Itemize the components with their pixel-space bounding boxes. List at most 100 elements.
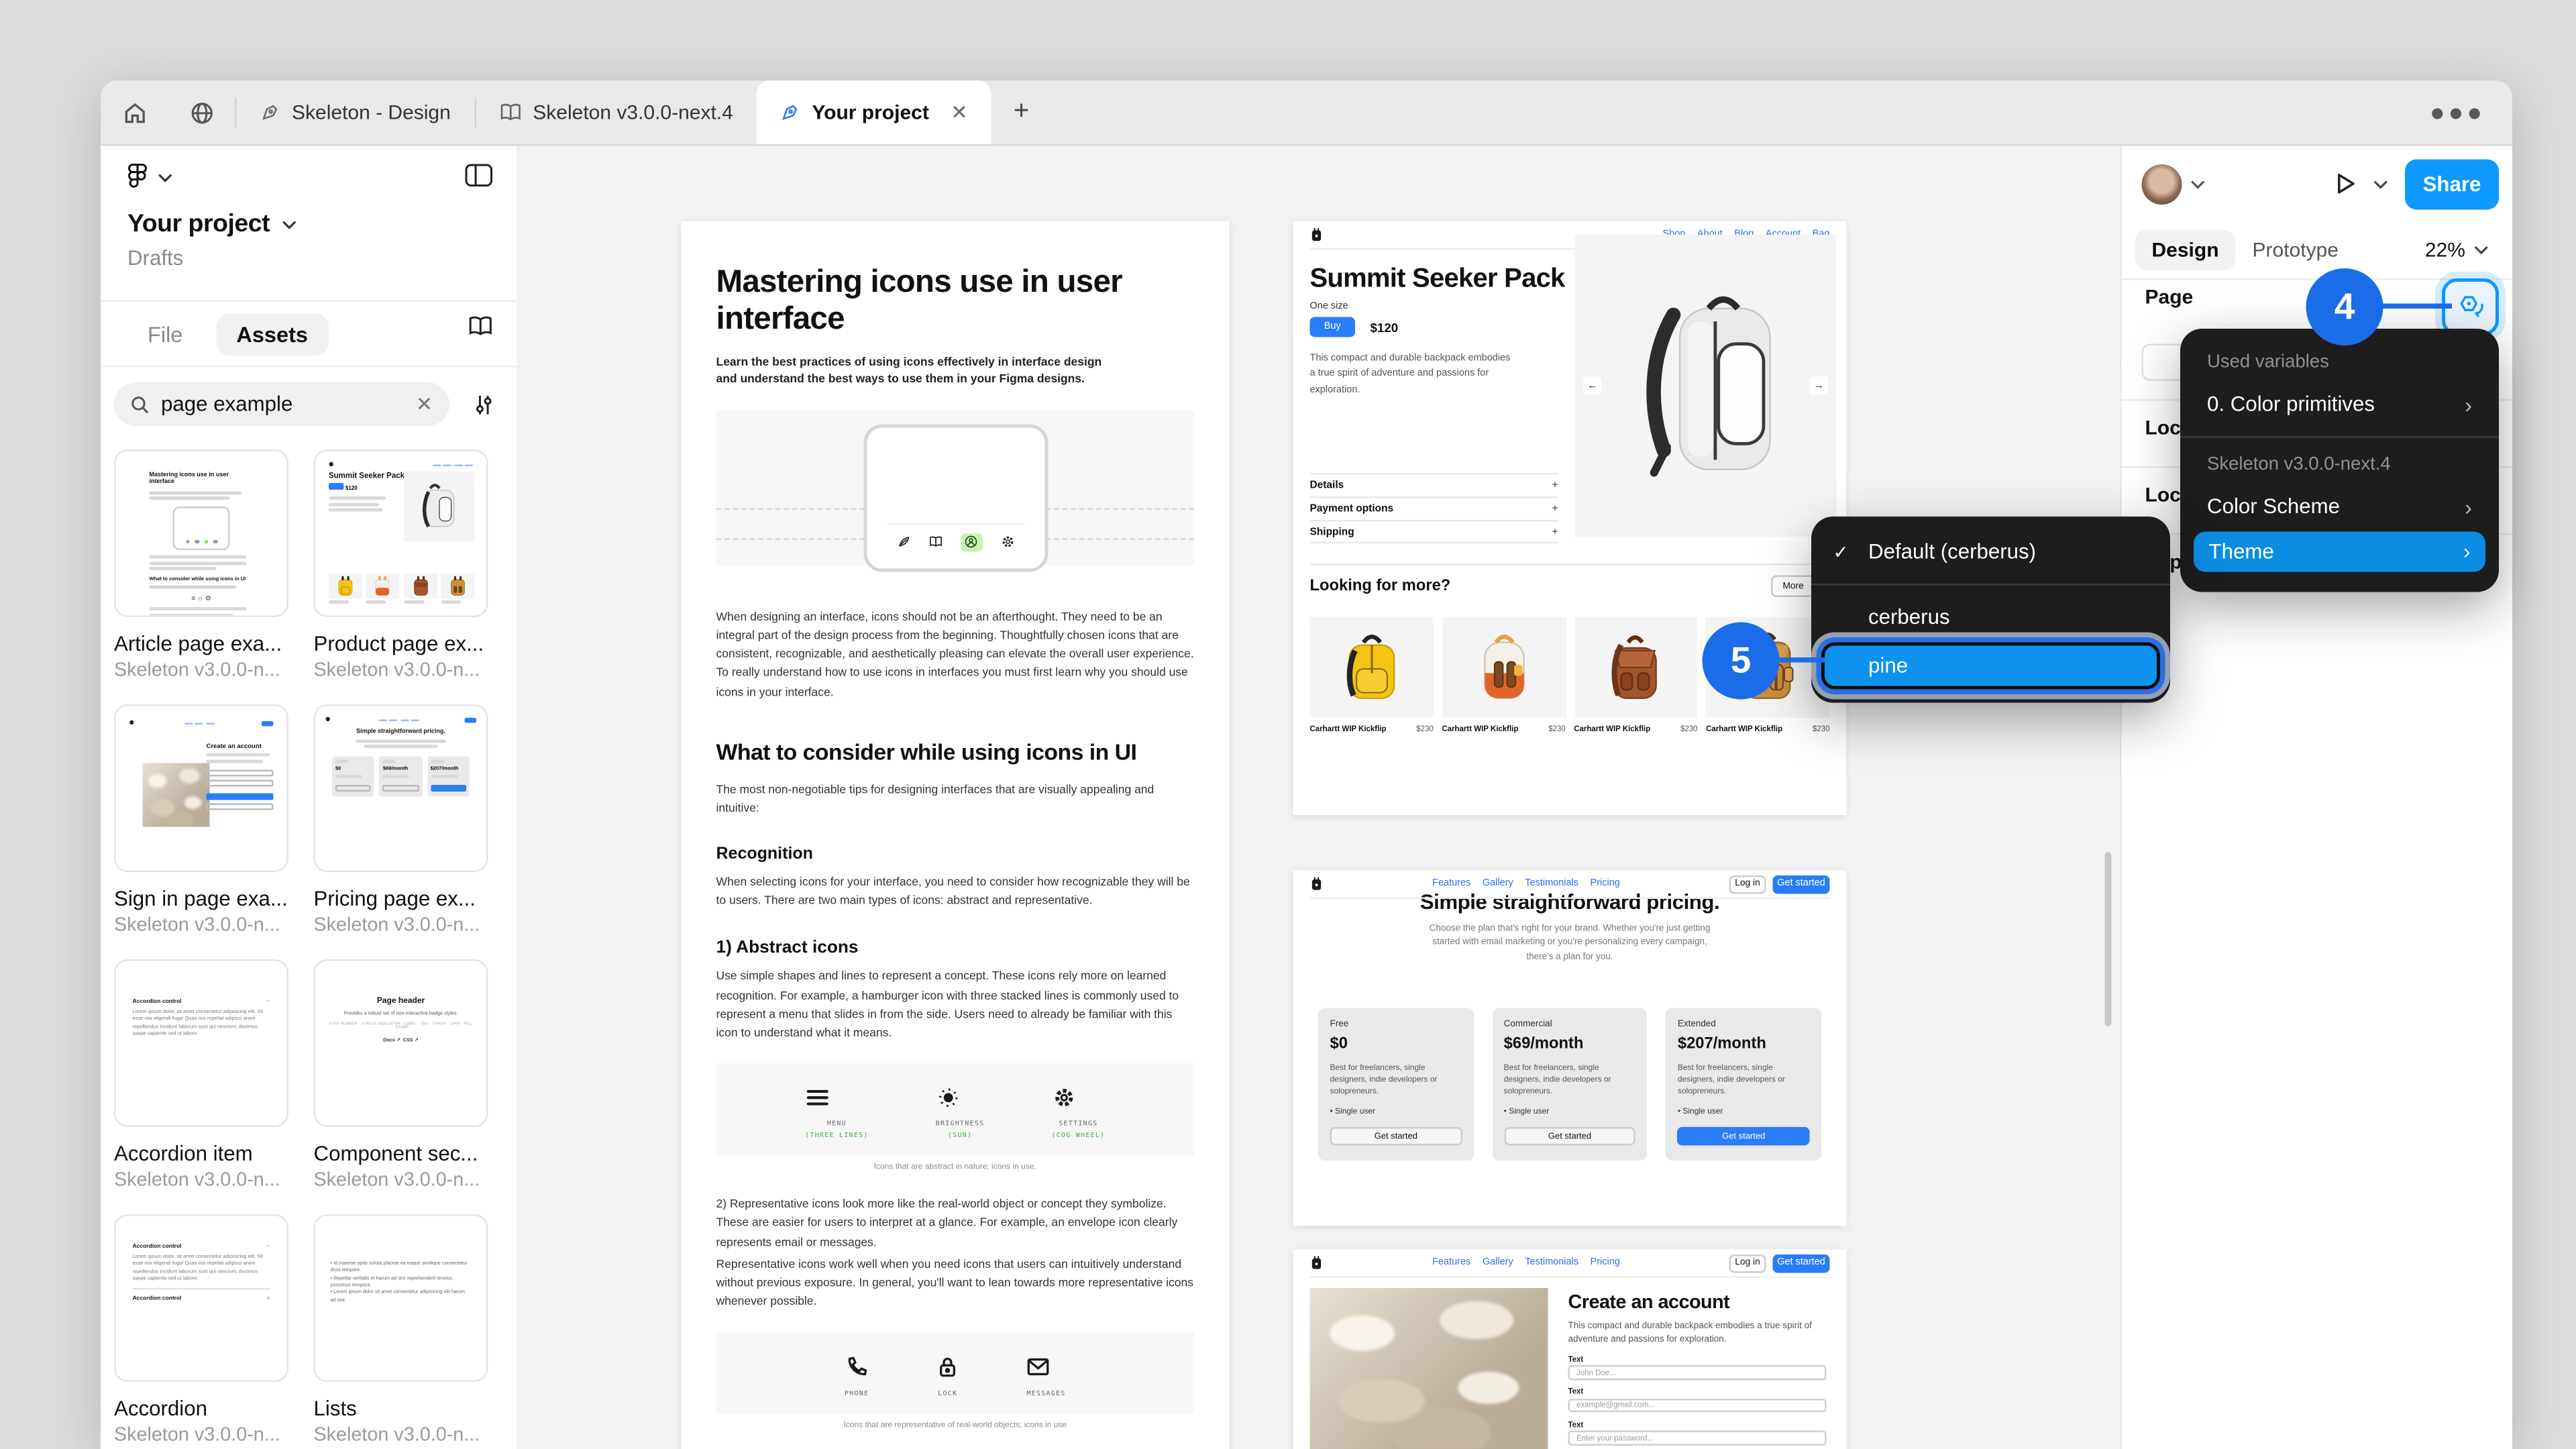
menu-section-header: Skeleton v3.0.0-next.4 [2207,454,2391,475]
pen-nib-icon [782,105,798,120]
pen-nib-icon [262,105,278,120]
nav-link[interactable]: Gallery [1483,1258,1513,1268]
name-field[interactable]: John Doe... [1568,1365,1827,1380]
plan-cta-button[interactable]: Get started [1503,1127,1636,1146]
store-logo-icon [1311,877,1322,890]
canvas[interactable]: Mastering icons use in user interface Le… [517,146,2120,1449]
home-icon[interactable] [101,80,168,144]
get-started-button[interactable]: Get started [1772,874,1830,894]
accordion-row-details[interactable]: Details + [1309,473,1558,496]
plan-card-free: Free $0 Best for freelancers, single des… [1318,1008,1474,1160]
canvas-scrollbar[interactable] [2104,852,2112,1026]
clear-search-icon[interactable]: ✕ [416,392,433,416]
chevron-right-icon: › [2463,540,2471,564]
avatar[interactable] [2141,163,2182,204]
asset-card-product-page[interactable]: ⚉ Summit Seeker Pack $120 Product page e… [313,449,488,681]
zoom-level-dropdown[interactable]: 22% [2425,238,2499,262]
nav-link[interactable]: Pricing [1591,879,1620,889]
tab-skeleton-design[interactable]: Skeleton - Design [237,80,474,144]
submenu-item-default[interactable]: ✓ Default (cerberus) [1811,530,2170,574]
signup-hero-image [1309,1288,1548,1449]
representative-icons-gallery: PHONE LOCK MESSAGES [716,1332,1194,1415]
carousel-prev-icon[interactable]: ← [1583,376,1602,395]
asset-thumbnail: Accordion control − Lorem ipsum dolor, si… [114,1214,288,1382]
email-field[interactable]: example@gmail.com... [1568,1398,1827,1413]
menu-item-color-primitives[interactable]: 0. Color primitives › [2180,382,2499,426]
asset-thumbnail: Mastering icons use in user interface Wh… [114,449,288,617]
nav-link[interactable]: Gallery [1483,879,1513,889]
tab-assets[interactable]: Assets [216,313,328,355]
toggle-sidebar-icon[interactable] [465,163,494,189]
plan-cta-button[interactable]: Get started [1677,1127,1810,1146]
search-input[interactable]: page example ✕ [114,382,449,426]
tab-design[interactable]: Design [2135,229,2236,270]
accordion-row-shipping[interactable]: Shipping + [1309,520,1558,543]
project-title-dropdown[interactable]: Your project [127,210,297,238]
chevron-down-icon [282,220,296,229]
product-price: $120 [1370,319,1399,335]
menu-item-color-scheme[interactable]: Color Scheme › [2180,485,2499,529]
menu-divider [2180,436,2499,438]
nav-link[interactable]: Testimonials [1525,879,1578,889]
asset-thumbnail: Page header Provides a robust set of non… [313,959,488,1127]
asset-card-article-page[interactable]: Mastering icons use in user interface Wh… [114,449,288,681]
store-logo-icon [1311,228,1322,241]
nav-link[interactable]: Features [1432,1258,1470,1268]
nav-link[interactable]: Testimonials [1525,1258,1578,1268]
theme-submenu: ✓ Default (cerberus) cerberus pine [1811,517,2170,703]
product-accordion: Details + Payment options + Shipping + [1309,473,1558,543]
asset-thumbnail: ⚉ Simple straightforward pricing. $0 $69… [313,704,488,872]
asset-card-lists[interactable]: • Id maxime optio soluta placeat ea eaqu… [313,1214,488,1446]
plan-cta-button[interactable]: Get started [1330,1127,1462,1146]
share-button[interactable]: Share [2405,158,2499,209]
product-card[interactable]: Carhartt WIP Kickflip $230 [1442,617,1566,732]
chevron-right-icon: › [2465,391,2472,417]
browser-tabbar: Skeleton - Design Skeleton v3.0.0-next.4… [101,80,2512,146]
frame-signin-page[interactable]: Features Gallery Testimonials Pricing Lo… [1293,1249,1847,1449]
accordion-row-payment[interactable]: Payment options + [1309,496,1558,520]
nav-link[interactable]: Pricing [1591,1258,1620,1268]
asset-card-component-section[interactable]: Page header Provides a robust set of non… [313,959,488,1191]
brightness-icon [938,1088,958,1108]
login-button[interactable]: Log in [1729,874,1766,894]
project-location: Drafts [127,246,184,270]
globe-icon[interactable] [168,80,235,144]
asset-card-signin-page[interactable]: ⚉ Create an account Sign in page exa... … [114,704,288,936]
figma-menu-button[interactable] [127,163,173,192]
chevron-down-icon [158,173,172,182]
library-book-icon[interactable] [468,315,494,337]
password-field[interactable]: Enter your password... [1568,1431,1827,1446]
present-play-icon[interactable] [2331,170,2360,199]
nav-link[interactable]: Features [1432,879,1470,889]
frame-product-page[interactable]: Shop About Blog Account Bag Summit Seeke… [1293,221,1847,815]
filter-sliders-icon[interactable] [463,393,503,415]
page-section-label: Page [2145,285,2194,309]
divider [101,366,517,368]
carousel-next-icon[interactable]: → [1809,376,1828,395]
annotation-connector [1774,657,1825,663]
submenu-item-cerberus[interactable]: cerberus [1811,596,2170,639]
buy-button[interactable]: Buy [1309,317,1355,337]
tab-prototype[interactable]: Prototype [2236,230,2355,270]
frame-pricing-page[interactable]: Features Gallery Testimonials Pricing Lo… [1293,870,1847,1226]
menu-item-theme-active[interactable]: Theme › [2194,531,2485,572]
product-card[interactable]: Carhartt WIP Kickflip $230 [1574,617,1698,732]
annotation-step-5: 5 [1702,622,1780,700]
tab-file[interactable]: File [127,313,203,355]
tab-skeleton-library[interactable]: Skeleton v3.0.0-next.4 [476,80,757,144]
close-tab-icon[interactable]: ✕ [951,101,967,124]
window-more-icon[interactable]: ●●● [2430,80,2485,146]
get-started-button[interactable]: Get started [1772,1253,1830,1273]
chevron-down-icon [2474,246,2488,255]
frame-article-page[interactable]: Mastering icons use in user interface Le… [681,221,1230,1449]
submenu-item-pine-selected[interactable]: pine [1821,642,2160,690]
tab-your-project[interactable]: Your project ✕ [756,80,991,144]
abstract-icons-gallery: MENU (THREE LINES) BRIGHTNESS (SUN) SETT… [716,1063,1194,1156]
login-button[interactable]: Log in [1729,1253,1766,1273]
asset-card-pricing-page[interactable]: ⚉ Simple straightforward pricing. $0 $69… [313,704,488,936]
asset-card-accordion-item[interactable]: Accordion control − Lorem ipsum dolor, si… [114,959,288,1191]
asset-card-accordion[interactable]: Accordion control − Lorem ipsum dolor, si… [114,1214,288,1446]
product-card[interactable]: Carhartt WIP Kickflip $230 [1309,617,1434,732]
new-tab-button[interactable]: + [991,80,1052,144]
left-sidebar: Your project Drafts File Assets page exa… [101,146,517,1449]
